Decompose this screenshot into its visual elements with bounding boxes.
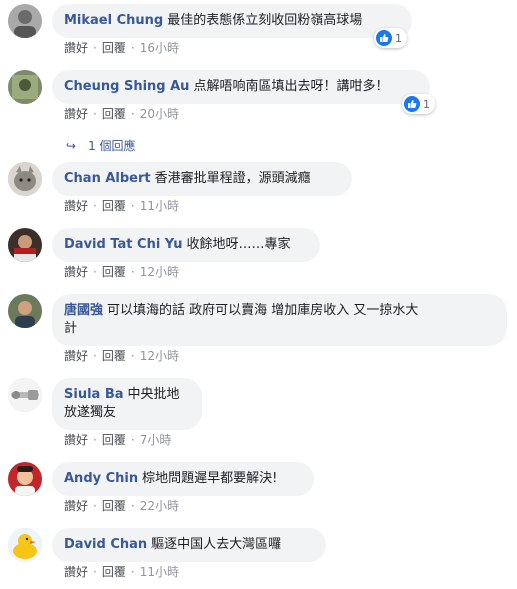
commenter-name[interactable]: Siula Ba <box>64 387 124 402</box>
reply-link[interactable]: 回覆 <box>102 433 126 447</box>
comment-text: 驅逐中国人去大灣區囉 <box>151 537 282 552</box>
comment-text: 香港審批單程證，源頭減癮 <box>154 171 311 186</box>
timestamp[interactable]: 20小時 <box>140 107 179 121</box>
reply-link[interactable]: 回覆 <box>102 107 126 121</box>
commenter-name[interactable]: Andy Chin <box>64 471 138 486</box>
avatar[interactable] <box>8 528 42 562</box>
separator: · <box>93 433 97 447</box>
timestamp[interactable]: 16小時 <box>140 41 179 55</box>
like-link[interactable]: 讚好 <box>64 107 88 121</box>
comment-text-line2: 放遂獨友 <box>64 405 117 420</box>
reply-link[interactable]: 回覆 <box>102 265 126 279</box>
comment-actions: 讚好 · 回覆 · 12小時 <box>64 348 179 364</box>
separator: · <box>130 265 135 279</box>
like-icon <box>404 96 420 112</box>
comment-text: 点解唔响南區填出去呀！講咁多！ <box>193 79 389 94</box>
comment-actions: 讚好 · 回覆 · 22小時 <box>64 498 179 514</box>
like-link[interactable]: 讚好 <box>64 499 88 513</box>
replies-label[interactable]: 1 個回應 <box>88 138 135 154</box>
reaction-number: 1 <box>423 97 430 111</box>
comment-actions: 讚好 · 回覆 · 16小時 <box>64 40 179 56</box>
separator: · <box>93 499 97 513</box>
comment-text: 收餘地呀……專家 <box>186 237 291 252</box>
separator: · <box>93 107 97 121</box>
comment-bubble: Siula Ba 中央批地 放遂獨友 <box>52 378 202 430</box>
avatar[interactable] <box>8 462 42 496</box>
reaction-count[interactable]: 1 <box>402 94 435 114</box>
separator: · <box>93 41 97 55</box>
comment-text: 最佳的表態係立刻收回粉嶺高球場 <box>167 13 363 28</box>
avatar[interactable] <box>8 162 42 196</box>
separator: · <box>130 41 135 55</box>
reply-link[interactable]: 回覆 <box>102 349 126 363</box>
comment-bubble: Mikael Chung 最佳的表態係立刻收回粉嶺高球場 <box>52 4 412 38</box>
separator: · <box>130 433 135 447</box>
avatar[interactable] <box>8 4 42 38</box>
view-replies-link[interactable]: ↪ 1 個回應 <box>66 138 136 154</box>
reaction-count[interactable]: 1 <box>374 28 407 48</box>
avatar[interactable] <box>8 378 42 412</box>
like-link[interactable]: 讚好 <box>64 199 88 213</box>
timestamp[interactable]: 11小時 <box>140 565 179 579</box>
comment-text: 可以填海的話 政府可以賣海 增加庫房收入 又一掠水大 <box>107 303 419 318</box>
separator: · <box>93 565 97 579</box>
separator: · <box>93 265 97 279</box>
comment-text: 中央批地 <box>127 387 180 402</box>
comment-actions: 讚好 · 回覆 · 11小時 <box>64 564 179 580</box>
like-link[interactable]: 讚好 <box>64 433 88 447</box>
like-link[interactable]: 讚好 <box>64 349 88 363</box>
comment-actions: 讚好 · 回覆 · 11小時 <box>64 198 179 214</box>
comment-actions: 讚好 · 回覆 · 12小時 <box>64 264 179 280</box>
comment-bubble: David Tat Chi Yu 收餘地呀……專家 <box>52 228 320 262</box>
commenter-name[interactable]: 唐國強 <box>64 303 103 318</box>
commenter-name[interactable]: David Chan <box>64 537 147 552</box>
like-link[interactable]: 讚好 <box>64 565 88 579</box>
comment-bubble: 唐國強 可以填海的話 政府可以賣海 增加庫房收入 又一掠水大計 <box>52 294 507 346</box>
avatar[interactable] <box>8 70 42 104</box>
comment-bubble: Andy Chin 棕地問題遲早都要解決! <box>52 462 314 496</box>
separator: · <box>93 199 97 213</box>
reply-link[interactable]: 回覆 <box>102 499 126 513</box>
reply-link[interactable]: 回覆 <box>102 565 126 579</box>
comment-actions: 讚好 · 回覆 · 7小時 <box>64 432 171 448</box>
like-link[interactable]: 讚好 <box>64 265 88 279</box>
separator: · <box>130 107 135 121</box>
commenter-name[interactable]: Chan Albert <box>64 171 151 186</box>
commenter-name[interactable]: Cheung Shing Au <box>64 79 189 94</box>
comment-actions: 讚好 · 回覆 · 20小時 <box>64 106 179 122</box>
like-icon <box>376 30 392 46</box>
avatar[interactable] <box>8 294 42 328</box>
separator: · <box>130 349 135 363</box>
separator: · <box>93 349 97 363</box>
separator: · <box>130 199 135 213</box>
timestamp[interactable]: 12小時 <box>140 349 179 363</box>
reply-link[interactable]: 回覆 <box>102 199 126 213</box>
comment-text-line2: 計 <box>64 321 78 336</box>
timestamp[interactable]: 12小時 <box>140 265 179 279</box>
separator: · <box>130 565 135 579</box>
comment-text: 棕地問題遲早都要解決! <box>142 471 278 486</box>
commenter-name[interactable]: David Tat Chi Yu <box>64 237 183 252</box>
timestamp[interactable]: 22小時 <box>140 499 179 513</box>
reply-arrow-icon: ↪ <box>66 139 77 153</box>
commenter-name[interactable]: Mikael Chung <box>64 13 163 28</box>
comment-bubble: Chan Albert 香港審批單程證，源頭減癮 <box>52 162 352 196</box>
reaction-number: 1 <box>395 31 402 45</box>
like-link[interactable]: 讚好 <box>64 41 88 55</box>
comment-bubble: David Chan 驅逐中国人去大灣區囉 <box>52 528 326 562</box>
reply-link[interactable]: 回覆 <box>102 41 126 55</box>
timestamp[interactable]: 7小時 <box>140 433 172 447</box>
separator: · <box>130 499 135 513</box>
avatar[interactable] <box>8 228 42 262</box>
comment-bubble: Cheung Shing Au 点解唔响南區填出去呀！講咁多！ <box>52 70 430 104</box>
timestamp[interactable]: 11小時 <box>140 199 179 213</box>
